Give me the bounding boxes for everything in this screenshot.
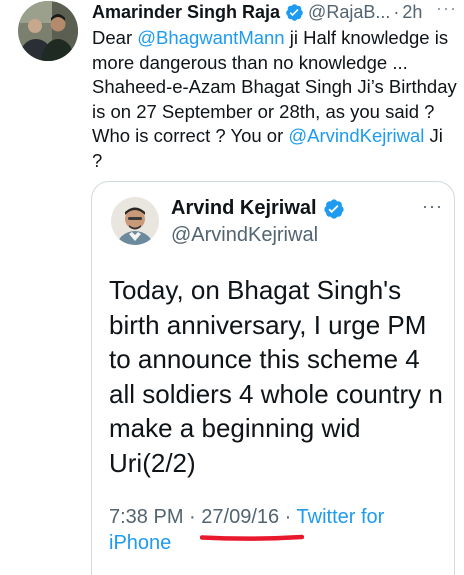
quoted-tweet-card[interactable]: Arvind Kejriwal @ArvindKejriwal ··· Toda…	[91, 181, 455, 575]
quoted-avatar[interactable]	[111, 197, 159, 245]
quoted-author-row: Arvind Kejriwal	[171, 197, 349, 220]
more-options-icon[interactable]: ···	[436, 0, 458, 20]
avatar[interactable]	[18, 1, 78, 61]
mention-link[interactable]: @ArvindKejriwal	[288, 125, 424, 146]
verified-badge-icon	[285, 3, 304, 22]
tweet-text: Dear @BhagwantMann ji Half knowledge is …	[92, 26, 458, 173]
tweet: Amarinder Singh Raja @RajaB... · 2h ··· …	[0, 0, 464, 575]
quoted-author-name[interactable]: Arvind Kejriwal	[171, 197, 317, 220]
mention-link[interactable]: @BhagwantMann	[137, 27, 284, 48]
verified-badge-icon	[323, 198, 345, 220]
quoted-tweet-meta: 7:38 PM · 27/09/16 · Twitter for iPhone	[109, 504, 449, 556]
separator-dot: ·	[393, 1, 400, 22]
red-underline-annotation	[200, 534, 304, 541]
tweet-header: Amarinder Singh Raja @RajaB... · 2h	[92, 0, 460, 24]
separator-dot: ·	[183, 506, 202, 528]
author-name[interactable]: Amarinder Singh Raja	[92, 2, 280, 23]
text-segment: Dear	[92, 27, 138, 48]
author-handle[interactable]: @RajaB...	[308, 2, 390, 23]
tweet-time[interactable]: 2h	[402, 2, 422, 23]
quoted-more-options-icon[interactable]: ···	[422, 196, 443, 217]
quoted-time[interactable]: 7:38 PM	[109, 506, 183, 528]
quoted-date[interactable]: 27/09/16	[201, 506, 279, 528]
quoted-author-handle[interactable]: @ArvindKejriwal	[171, 224, 318, 247]
separator-dot: ·	[279, 506, 297, 528]
quoted-tweet-text: Today, on Bhagat Singh's birth anniversa…	[109, 275, 443, 478]
